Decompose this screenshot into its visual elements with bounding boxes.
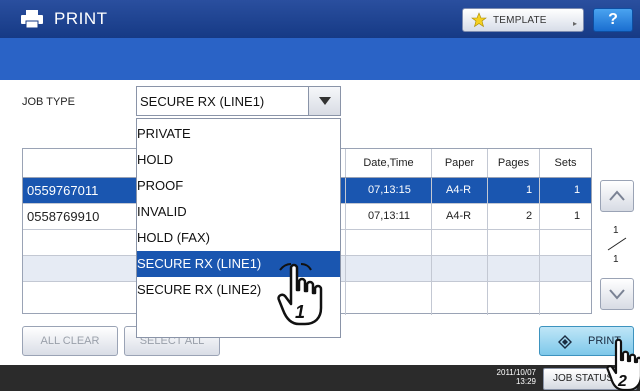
template-arrow-icon: ▸ bbox=[572, 19, 577, 28]
job-datetime: 07,13:15 bbox=[368, 184, 411, 196]
job-type-label: JOB TYPE bbox=[22, 96, 75, 108]
job-type-option-hold[interactable]: HOLD bbox=[137, 147, 340, 173]
column-divider bbox=[487, 178, 488, 315]
scroll-up-icon bbox=[609, 190, 625, 201]
job-type-value: SECURE RX (LINE1) bbox=[140, 94, 265, 109]
clock: 2011/10/07 13:29 bbox=[478, 368, 536, 386]
sub-bar bbox=[0, 38, 640, 80]
job-pages: 1 bbox=[526, 184, 533, 196]
printer-icon bbox=[21, 10, 43, 28]
job-pages: 2 bbox=[526, 210, 533, 222]
job-datetime: 07,13:11 bbox=[368, 210, 411, 222]
hand-pointer-icon-2: 2 bbox=[606, 338, 640, 391]
column-divider bbox=[431, 178, 432, 315]
all-clear-button[interactable]: ALL CLEAR bbox=[22, 326, 118, 356]
print-diamond-icon bbox=[558, 335, 572, 349]
page-current: 1 bbox=[613, 225, 619, 236]
clock-date: 2011/10/07 bbox=[496, 368, 536, 377]
job-sets: 1 bbox=[574, 210, 581, 222]
job-sets: 1 bbox=[574, 184, 581, 196]
step-2-label: 2 bbox=[617, 373, 627, 390]
job-type-option-hold-fax[interactable]: HOLD (FAX) bbox=[137, 225, 340, 251]
page-total: 1 bbox=[613, 254, 619, 265]
col-header-datetime: Date,Time bbox=[345, 149, 431, 177]
job-type-option-invalid[interactable]: INVALID bbox=[137, 199, 340, 225]
scroll-down-icon bbox=[609, 289, 625, 300]
hand-pointer-icon: 1 bbox=[277, 263, 323, 326]
column-divider bbox=[345, 178, 346, 315]
step-1-label: 1 bbox=[295, 302, 305, 322]
star-icon bbox=[471, 12, 487, 28]
clock-time: 13:29 bbox=[515, 377, 536, 386]
job-paper: A4-R bbox=[446, 184, 472, 196]
page-separator bbox=[607, 237, 627, 251]
job-type-option-proof[interactable]: PROOF bbox=[137, 173, 340, 199]
column-divider bbox=[539, 178, 540, 315]
help-icon: ? bbox=[608, 11, 618, 28]
title-bar: PRINT TEMPLATE ▸ ? bbox=[0, 0, 640, 38]
job-id: 0558769910 bbox=[27, 209, 100, 224]
help-button[interactable]: ? bbox=[593, 8, 633, 32]
template-label: TEMPLATE bbox=[493, 14, 547, 26]
dropdown-arrow-icon bbox=[319, 97, 331, 105]
col-header-paper: Paper bbox=[431, 149, 487, 177]
job-id: 0559767011 bbox=[27, 183, 99, 198]
dropdown-button[interactable] bbox=[308, 87, 340, 115]
scroll-up-button[interactable] bbox=[600, 180, 634, 212]
col-header-pages: Pages bbox=[487, 149, 539, 177]
job-type-option-private[interactable]: PRIVATE bbox=[137, 121, 340, 147]
template-button[interactable]: TEMPLATE ▸ bbox=[462, 8, 584, 32]
job-paper: A4-R bbox=[446, 210, 472, 222]
scroll-down-button[interactable] bbox=[600, 278, 634, 310]
col-header-sets: Sets bbox=[539, 149, 591, 177]
page-title: PRINT bbox=[54, 9, 108, 28]
col-header-id bbox=[23, 149, 137, 177]
job-type-select[interactable]: SECURE RX (LINE1) bbox=[136, 86, 341, 116]
